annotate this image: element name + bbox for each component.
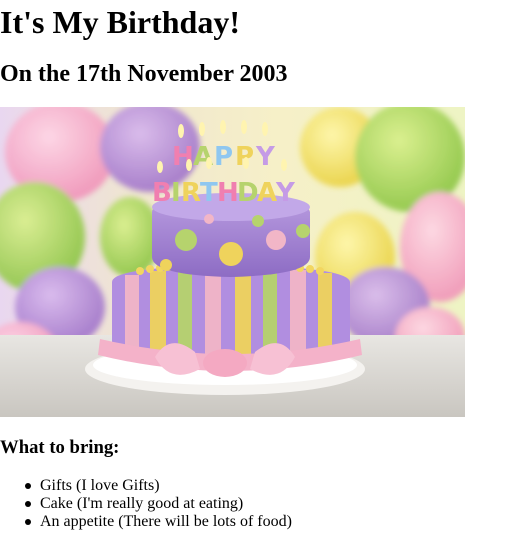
bring-list: Gifts (I love Gifts) Cake (I'm really go… (22, 477, 292, 531)
list-item: An appetite (There will be lots of food) (22, 513, 292, 531)
list-item: Gifts (I love Gifts) (22, 477, 292, 495)
svg-text:D: D (237, 178, 259, 208)
svg-text:A: A (257, 178, 277, 208)
svg-text:I: I (171, 178, 181, 208)
page-title: It's My Birthday! (0, 4, 240, 40)
svg-text:H: H (217, 178, 239, 208)
svg-text:Y: Y (275, 178, 296, 208)
svg-text:B: B (152, 178, 172, 208)
birthday-cake-photo: H A P P Y B I R T H D A Y (0, 107, 465, 417)
list-item: Cake (I'm really good at eating) (22, 495, 292, 513)
event-date-heading: On the 17th November 2003 (0, 61, 288, 87)
svg-text:R: R (181, 178, 201, 208)
svg-text:P: P (214, 142, 233, 172)
what-to-bring-heading: What to bring: (0, 437, 120, 458)
svg-text:Y: Y (255, 142, 276, 172)
svg-text:T: T (200, 178, 218, 208)
